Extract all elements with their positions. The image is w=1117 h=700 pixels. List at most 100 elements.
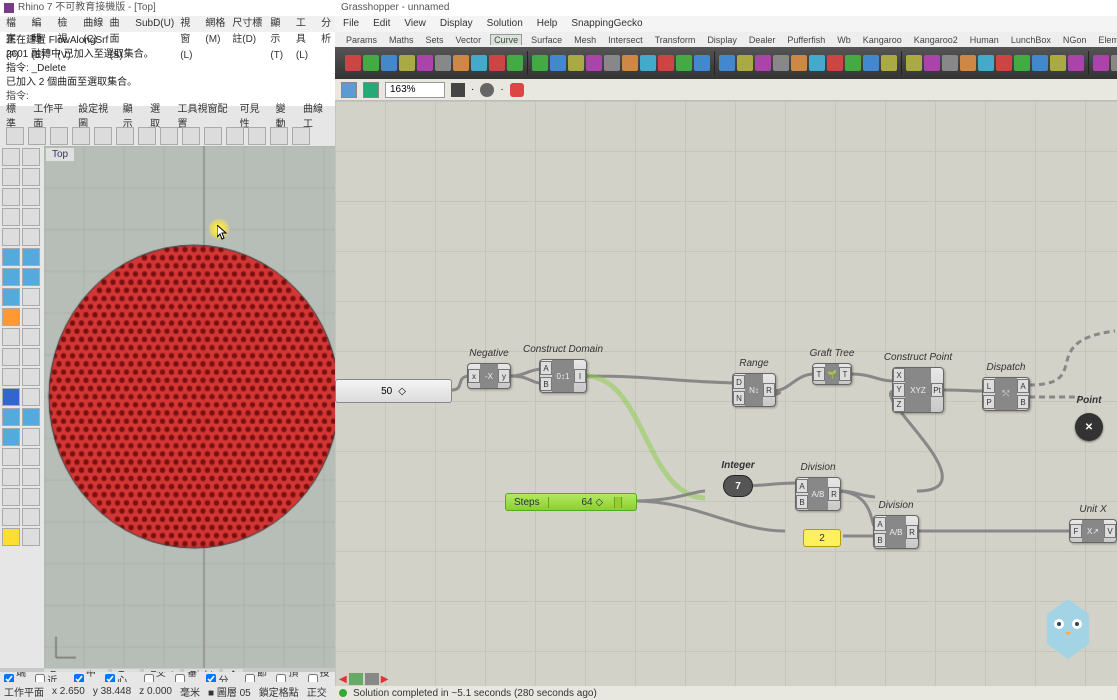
node-division-2[interactable]: Division AB A/B R [873,515,919,549]
ribbon-icon[interactable] [507,55,523,71]
ribbon-icon[interactable] [1111,55,1117,71]
zoom-icon[interactable] [248,127,266,145]
port-b[interactable]: B [796,495,808,509]
tab-sets[interactable]: Sets [423,35,447,45]
loft-icon[interactable] [22,408,40,426]
ribbon-icon[interactable] [435,55,451,71]
viewport[interactable]: Top [44,146,335,668]
undo-icon[interactable] [160,127,178,145]
rhino-menu-bar[interactable]: 檔案(F) 編輯(E) 檢視(V) 曲線(C) 曲面(S) SubD(U) 視窗… [0,16,335,32]
arc-icon[interactable] [22,188,40,206]
node-division-1[interactable]: Division AB A/B R [795,477,841,511]
gh-menu-solution[interactable]: Solution [487,16,523,32]
polygon-icon[interactable] [22,208,40,226]
node-dispatch[interactable]: Dispatch LP ⤲ AB [982,377,1030,411]
menu-solid[interactable]: 視窗(L) [178,16,201,32]
cut-icon[interactable] [94,127,112,145]
gh-component-tabs[interactable]: Params Maths Sets Vector Curve Surface M… [335,32,1117,47]
menu-tools[interactable]: 工具(L) [294,16,317,32]
pointer-icon[interactable] [2,148,20,166]
doc-tab[interactable] [365,673,379,685]
port-t[interactable]: T [813,367,825,381]
tab-kangaroo2[interactable]: Kangaroo2 [911,35,961,45]
slider-grip[interactable] [614,497,622,508]
menu-subd[interactable]: SubD(U) [133,16,176,32]
solid-icon[interactable] [22,248,40,266]
tab-standard[interactable]: 標準 [6,100,23,130]
ribbon-icon[interactable] [978,55,994,71]
slider-steps[interactable]: Steps 64 ◇ [505,493,637,511]
port-v[interactable]: V [1104,524,1116,538]
offset-icon[interactable] [2,448,20,466]
ribbon-icon[interactable] [640,55,656,71]
gh-menu-help[interactable]: Help [537,16,558,32]
tab-intersect[interactable]: Intersect [605,35,646,45]
menu-edit[interactable]: 編輯(E) [30,16,54,32]
menu-file[interactable]: 檔案(F) [4,16,28,32]
flow-icon[interactable] [2,308,20,326]
paste-icon[interactable] [138,127,156,145]
ribbon-icon[interactable] [489,55,505,71]
node-unit-x[interactable]: Unit X F X↗ V [1069,519,1117,543]
circle-icon[interactable] [2,188,20,206]
ribbon-icon[interactable] [791,55,807,71]
align-icon[interactable] [2,508,20,526]
node-negative[interactable]: Negative x -X y [467,363,511,389]
ribbon-icon[interactable] [1032,55,1048,71]
tab-lunchbox[interactable]: LunchBox [1008,35,1054,45]
ribbon-icon[interactable] [809,55,825,71]
pan-icon[interactable] [292,127,310,145]
ribbon-icon[interactable] [453,55,469,71]
ribbon-icon[interactable] [622,55,638,71]
ptcloud-icon[interactable] [2,388,20,406]
menu-surface[interactable]: 曲面(S) [107,16,131,32]
gh-menu-snapping[interactable]: SnappingGecko [571,16,642,32]
ribbon-icon[interactable] [996,55,1012,71]
tab-human[interactable]: Human [967,35,1002,45]
sketch-icon[interactable] [510,83,524,97]
mesh-icon[interactable] [2,268,20,286]
tab-curvetools[interactable]: 曲線工 [303,100,329,130]
ribbon-icon[interactable] [881,55,897,71]
ribbon-icon[interactable] [1068,55,1084,71]
cage-icon[interactable] [22,308,40,326]
doc-tab[interactable] [349,673,363,685]
ribbon-icon[interactable] [960,55,976,71]
preview-icon[interactable] [480,83,494,97]
tab-pufferfish[interactable]: Pufferfish [784,35,828,45]
ribbon-icon[interactable] [1093,55,1109,71]
split-icon[interactable] [22,348,40,366]
leader-icon[interactable] [22,328,40,346]
port-x[interactable]: X [893,368,905,382]
port-z[interactable]: Z [893,398,905,412]
rotate3d-icon[interactable] [22,488,40,506]
surface-icon[interactable] [2,248,20,266]
extr-icon[interactable] [2,288,20,306]
ribbon-icon[interactable] [550,55,566,71]
redo-icon[interactable] [182,127,200,145]
tab-curve[interactable]: Curve [490,34,522,45]
ribbon-icon[interactable] [658,55,674,71]
line-icon[interactable] [2,168,20,186]
ribbon-icon[interactable] [906,55,922,71]
node-range[interactable]: Range DN N↕ R [732,373,776,407]
panel-2[interactable]: 2 [803,529,841,547]
port-a[interactable]: A [874,517,886,531]
status-layer[interactable]: ■ 圖層 05 [208,684,251,699]
new-doc-icon[interactable] [341,82,357,98]
zoom-input[interactable]: 163% [385,82,445,98]
subd-icon[interactable] [22,268,40,286]
zoomext-icon[interactable] [270,127,288,145]
menu-mesh[interactable]: 網格(M) [203,16,228,32]
open-icon[interactable] [28,127,46,145]
gh-menu-edit[interactable]: Edit [373,16,390,32]
tab-wb[interactable]: Wb [834,35,854,45]
tab-maths[interactable]: Maths [386,35,417,45]
tab-kangaroo[interactable]: Kangaroo [860,35,905,45]
analyze-icon[interactable] [2,528,20,546]
gh-canvas[interactable]: 50◇ Negative x -X y Construct Domain AB … [335,101,1117,686]
port-p[interactable]: P [983,395,995,409]
tab-vector[interactable]: Vector [453,35,485,45]
ribbon-icon[interactable] [827,55,843,71]
gh-menu-view[interactable]: View [404,16,426,32]
